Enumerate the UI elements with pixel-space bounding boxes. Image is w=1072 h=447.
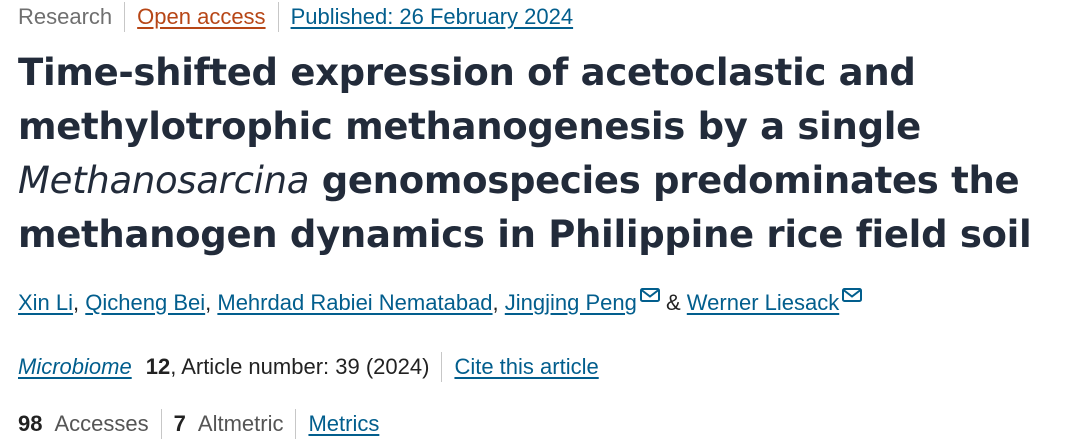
title-line-rest: genomospecies predominates the [309, 159, 1020, 202]
author-separator: , [492, 290, 505, 315]
accesses-count: 98 [18, 411, 43, 436]
open-access-link[interactable]: Open access [137, 2, 265, 32]
divider [295, 409, 297, 439]
altmetric-label: Altmetric [197, 411, 284, 436]
cite-article-link[interactable]: Cite this article [454, 352, 598, 382]
author-separator: , [205, 290, 218, 315]
title-line: methylotrophic methanogenesis by a singl… [18, 105, 921, 148]
published-date-link[interactable]: Published: 26 February 2024 [291, 2, 574, 32]
article-title: Time-shifted expression of acetoclastic … [18, 46, 1058, 262]
title-line: methanogen dynamics in Philippine rice f… [18, 213, 1032, 256]
accesses-label: Accesses [54, 411, 149, 436]
title-line: Time-shifted expression of acetoclastic … [18, 51, 916, 94]
divider [124, 2, 126, 32]
divider [441, 352, 443, 382]
article-meta-row: Research Open access Published: 26 Febru… [18, 2, 573, 32]
author-separator: & [659, 290, 687, 315]
author-separator: , [73, 290, 86, 315]
author-list: Xin Li, Qicheng Bei, Mehrdad Rabiei Nema… [18, 288, 863, 318]
author-link[interactable]: Mehrdad Rabiei Nematabad [217, 290, 492, 315]
metrics-row: 98 Accesses 7 Altmetric Metrics [18, 409, 379, 439]
author-link[interactable]: Jingjing Peng [505, 290, 637, 315]
author-link[interactable]: Werner Liesack [687, 290, 839, 315]
metrics-link[interactable]: Metrics [308, 409, 379, 439]
author-link[interactable]: Qicheng Bei [85, 290, 205, 315]
mail-icon[interactable] [842, 288, 863, 302]
journal-row: Microbiome 12 , Article number: 39 (2024… [18, 352, 599, 382]
article-type: Research [18, 4, 113, 29]
altmetric-count: 7 [173, 411, 186, 436]
article-number: , Article number: 39 (2024) [170, 354, 430, 379]
journal-link[interactable]: Microbiome [18, 352, 132, 382]
mail-icon[interactable] [639, 288, 660, 302]
divider [160, 409, 162, 439]
volume-number: 12 [145, 354, 171, 379]
author-link[interactable]: Xin Li [18, 290, 73, 315]
divider [277, 2, 279, 32]
title-italic-genus: Methanosarcina [18, 159, 310, 202]
title-line: Methanosarcina genomospecies predominate… [18, 154, 1058, 208]
article-header: Research Open access Published: 26 Febru… [0, 0, 1072, 447]
